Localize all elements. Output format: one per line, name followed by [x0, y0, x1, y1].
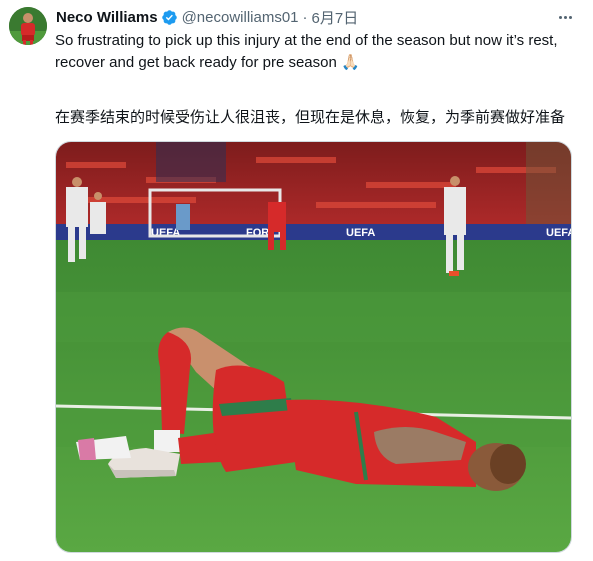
separator-dot: · [302, 8, 308, 26]
tweet-date[interactable]: 6月7日 [312, 7, 359, 28]
ad-board-text: UEFA [546, 227, 572, 239]
tweet-photo[interactable]: UEFA FOR UEFA UEFA [55, 141, 572, 553]
folded-hands-emoji: 🙏🏻 [341, 54, 360, 71]
tweet-text: So frustrating to pick up this injury at… [55, 30, 580, 74]
tweet-text-content: So frustrating to pick up this injury at… [55, 32, 558, 71]
tweet-card[interactable]: Neco Williams @necowilliams01 · 6月7日 So … [0, 0, 593, 561]
author-handle[interactable]: @necowilliams01 [182, 9, 299, 26]
verified-badge-icon [161, 9, 178, 26]
tweet-translation: 在赛季结束的时候受伤让人很沮丧，但现在是休息，恢复，为季前赛做好准备 [55, 109, 566, 126]
tweet-header: Neco Williams @necowilliams01 · 6月7日 [56, 7, 593, 27]
author-name[interactable]: Neco Williams [56, 9, 158, 26]
ad-board-text: UEFA [346, 227, 375, 239]
more-options-icon[interactable] [555, 8, 575, 26]
photo-injured-player: UEFA FOR UEFA UEFA [56, 142, 572, 552]
author-avatar[interactable] [9, 7, 47, 45]
